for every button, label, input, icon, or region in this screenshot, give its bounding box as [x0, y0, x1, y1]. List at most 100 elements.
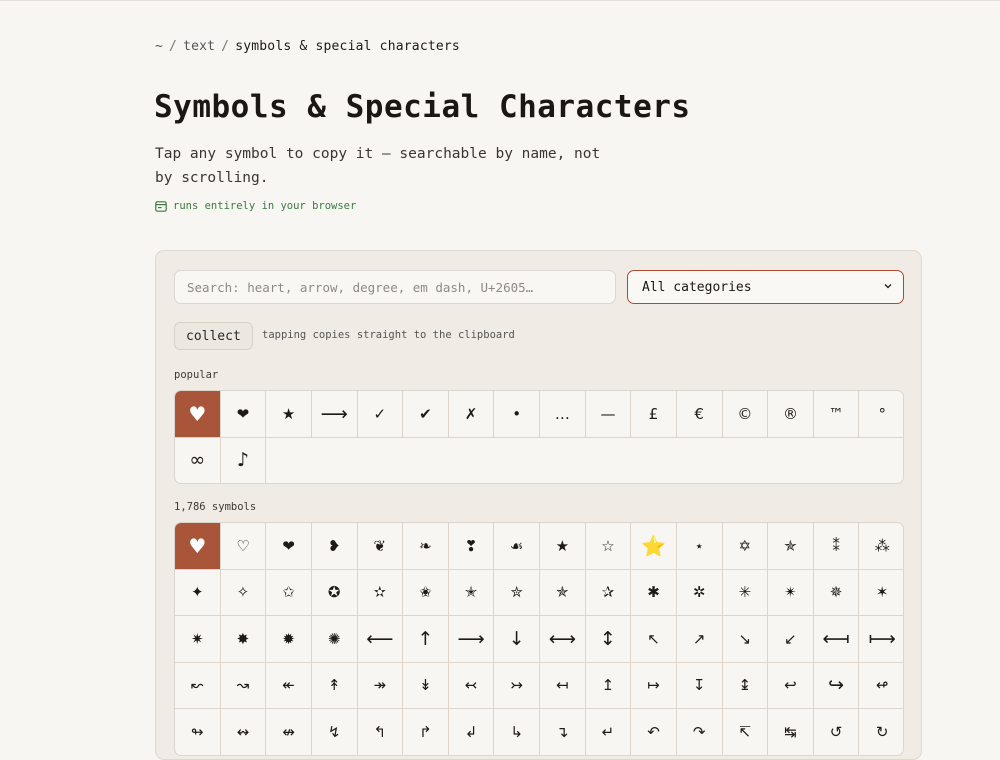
symbol-tile[interactable]: ✫ — [358, 569, 404, 615]
symbol-tile[interactable]: ✭ — [449, 569, 495, 615]
symbol-tile[interactable]: ° — [859, 391, 903, 437]
symbol-tile[interactable]: ↪ — [814, 662, 860, 708]
symbol-tile[interactable]: ✩ — [266, 569, 312, 615]
symbol-tile[interactable]: ↞ — [266, 662, 312, 708]
symbol-tile[interactable]: ✦ — [175, 569, 221, 615]
symbol-tile[interactable]: ♡ — [221, 523, 267, 569]
symbol-tile[interactable]: ✶ — [859, 570, 903, 616]
symbol-tile[interactable]: ✡ — [723, 523, 769, 569]
symbol-tile[interactable]: ↧ — [677, 662, 723, 708]
symbol-tile[interactable]: ✮ — [494, 569, 540, 615]
symbol-tile[interactable]: ↴ — [540, 709, 586, 755]
symbol-tile[interactable]: ♪ — [221, 437, 267, 483]
symbol-tile[interactable]: ↓ — [494, 616, 540, 662]
symbol-tile[interactable]: ✳ — [723, 569, 769, 615]
symbol-tile[interactable]: ✰ — [586, 569, 632, 615]
symbol-tile[interactable]: ↑ — [403, 616, 449, 662]
symbol-tile[interactable]: ✗ — [449, 391, 495, 437]
symbol-tile[interactable]: ↳ — [494, 709, 540, 755]
symbol-tile[interactable]: ❥ — [312, 523, 358, 569]
symbol-tile[interactable]: ↥ — [586, 662, 632, 708]
symbol-tile[interactable]: ✬ — [403, 569, 449, 615]
symbol-tile[interactable]: ❧ — [403, 523, 449, 569]
symbol-tile[interactable]: ✱ — [631, 569, 677, 615]
symbol-tile[interactable]: ↫ — [859, 663, 903, 709]
symbol-tile[interactable]: ↦ — [631, 662, 677, 708]
symbol-tile[interactable]: ↺ — [814, 709, 860, 755]
symbol-tile[interactable]: ♥ — [175, 523, 221, 569]
symbol-tile[interactable]: ✲ — [677, 569, 723, 615]
symbol-tile[interactable]: ★ — [540, 523, 586, 569]
symbol-tile[interactable]: ✷ — [175, 616, 221, 662]
symbol-tile[interactable]: ★ — [266, 391, 312, 437]
symbol-tile[interactable]: ✸ — [221, 616, 267, 662]
symbol-tile[interactable]: ⟷ — [540, 616, 586, 662]
symbol-tile[interactable]: ⟼ — [859, 616, 903, 662]
symbol-tile[interactable]: © — [723, 391, 769, 437]
symbol-tile[interactable]: ↮ — [266, 709, 312, 755]
symbol-tile[interactable]: ✪ — [312, 569, 358, 615]
symbol-tile[interactable]: ∞ — [175, 437, 221, 483]
symbol-tile[interactable]: ↝ — [221, 662, 267, 708]
symbol-tile[interactable]: ❣ — [449, 523, 495, 569]
symbol-tile[interactable]: ☙ — [494, 523, 540, 569]
symbol-tile[interactable]: ✯ — [768, 523, 814, 569]
category-select[interactable]: All categories — [627, 270, 904, 304]
symbol-tile[interactable]: ⟻ — [814, 616, 860, 662]
symbol-tile[interactable]: ✴ — [768, 569, 814, 615]
symbol-tile[interactable]: £ — [631, 391, 677, 437]
symbol-tile[interactable]: € — [677, 391, 723, 437]
symbol-tile[interactable]: ↣ — [494, 662, 540, 708]
symbol-tile[interactable]: ↨ — [723, 662, 769, 708]
symbol-tile[interactable]: ❤ — [266, 523, 312, 569]
symbol-tile[interactable]: ↬ — [175, 709, 221, 755]
symbol-tile[interactable]: ↠ — [358, 662, 404, 708]
symbol-tile[interactable]: — — [586, 391, 632, 437]
symbol-tile[interactable]: • — [494, 391, 540, 437]
symbol-tile[interactable]: ✯ — [540, 569, 586, 615]
symbol-tile[interactable]: ⟵ — [358, 616, 404, 662]
search-input[interactable] — [174, 270, 616, 304]
symbol-tile[interactable]: ↷ — [677, 709, 723, 755]
symbol-tile[interactable]: ↙ — [768, 616, 814, 662]
symbol-tile[interactable]: ⟶ — [312, 391, 358, 437]
symbol-tile[interactable]: ✵ — [814, 569, 860, 615]
symbol-tile[interactable]: ❤ — [221, 391, 267, 437]
symbol-tile[interactable]: ® — [768, 391, 814, 437]
symbol-tile[interactable]: ↜ — [175, 662, 221, 708]
symbol-tile[interactable]: ↡ — [403, 662, 449, 708]
symbol-tile[interactable]: ✹ — [266, 616, 312, 662]
symbol-tile[interactable]: ↯ — [312, 709, 358, 755]
breadcrumb-home-link[interactable]: ~ — [155, 39, 163, 54]
symbol-tile[interactable]: ↖ — [631, 616, 677, 662]
symbol-tile[interactable]: ⁂ — [859, 523, 903, 569]
symbol-tile[interactable]: ❦ — [358, 523, 404, 569]
symbol-tile[interactable]: ⭐ — [631, 523, 677, 569]
symbol-tile[interactable]: … — [540, 391, 586, 437]
symbol-tile[interactable]: ↲ — [449, 709, 495, 755]
symbol-tile[interactable]: ↕ — [586, 616, 632, 662]
symbol-tile[interactable]: ™ — [814, 391, 860, 437]
symbol-tile[interactable]: ☆ — [586, 523, 632, 569]
symbol-tile[interactable]: ↻ — [859, 709, 903, 755]
symbol-tile[interactable]: ↱ — [403, 709, 449, 755]
symbol-tile[interactable]: ✔ — [403, 391, 449, 437]
symbol-tile[interactable]: ⟶ — [449, 616, 495, 662]
symbol-tile[interactable]: ♥ — [175, 391, 221, 437]
symbol-tile[interactable]: ↵ — [586, 709, 632, 755]
symbol-tile[interactable]: ↹ — [768, 709, 814, 755]
symbol-tile[interactable]: ↭ — [221, 709, 267, 755]
symbol-tile[interactable]: ↢ — [449, 662, 495, 708]
symbol-tile[interactable]: ↗ — [677, 616, 723, 662]
symbol-tile[interactable]: ↸ — [723, 709, 769, 755]
symbol-tile[interactable]: ↩ — [768, 662, 814, 708]
symbol-tile[interactable]: ✓ — [358, 391, 404, 437]
symbol-tile[interactable]: ↘ — [723, 616, 769, 662]
symbol-tile[interactable]: ↰ — [358, 709, 404, 755]
symbol-tile[interactable]: ⋆ — [677, 523, 723, 569]
breadcrumb-text-link[interactable]: text — [183, 39, 215, 54]
symbol-tile[interactable]: ↤ — [540, 662, 586, 708]
symbol-tile[interactable]: ↟ — [312, 662, 358, 708]
symbol-tile[interactable]: ↶ — [631, 709, 677, 755]
symbol-tile[interactable]: ⁑ — [814, 523, 860, 569]
